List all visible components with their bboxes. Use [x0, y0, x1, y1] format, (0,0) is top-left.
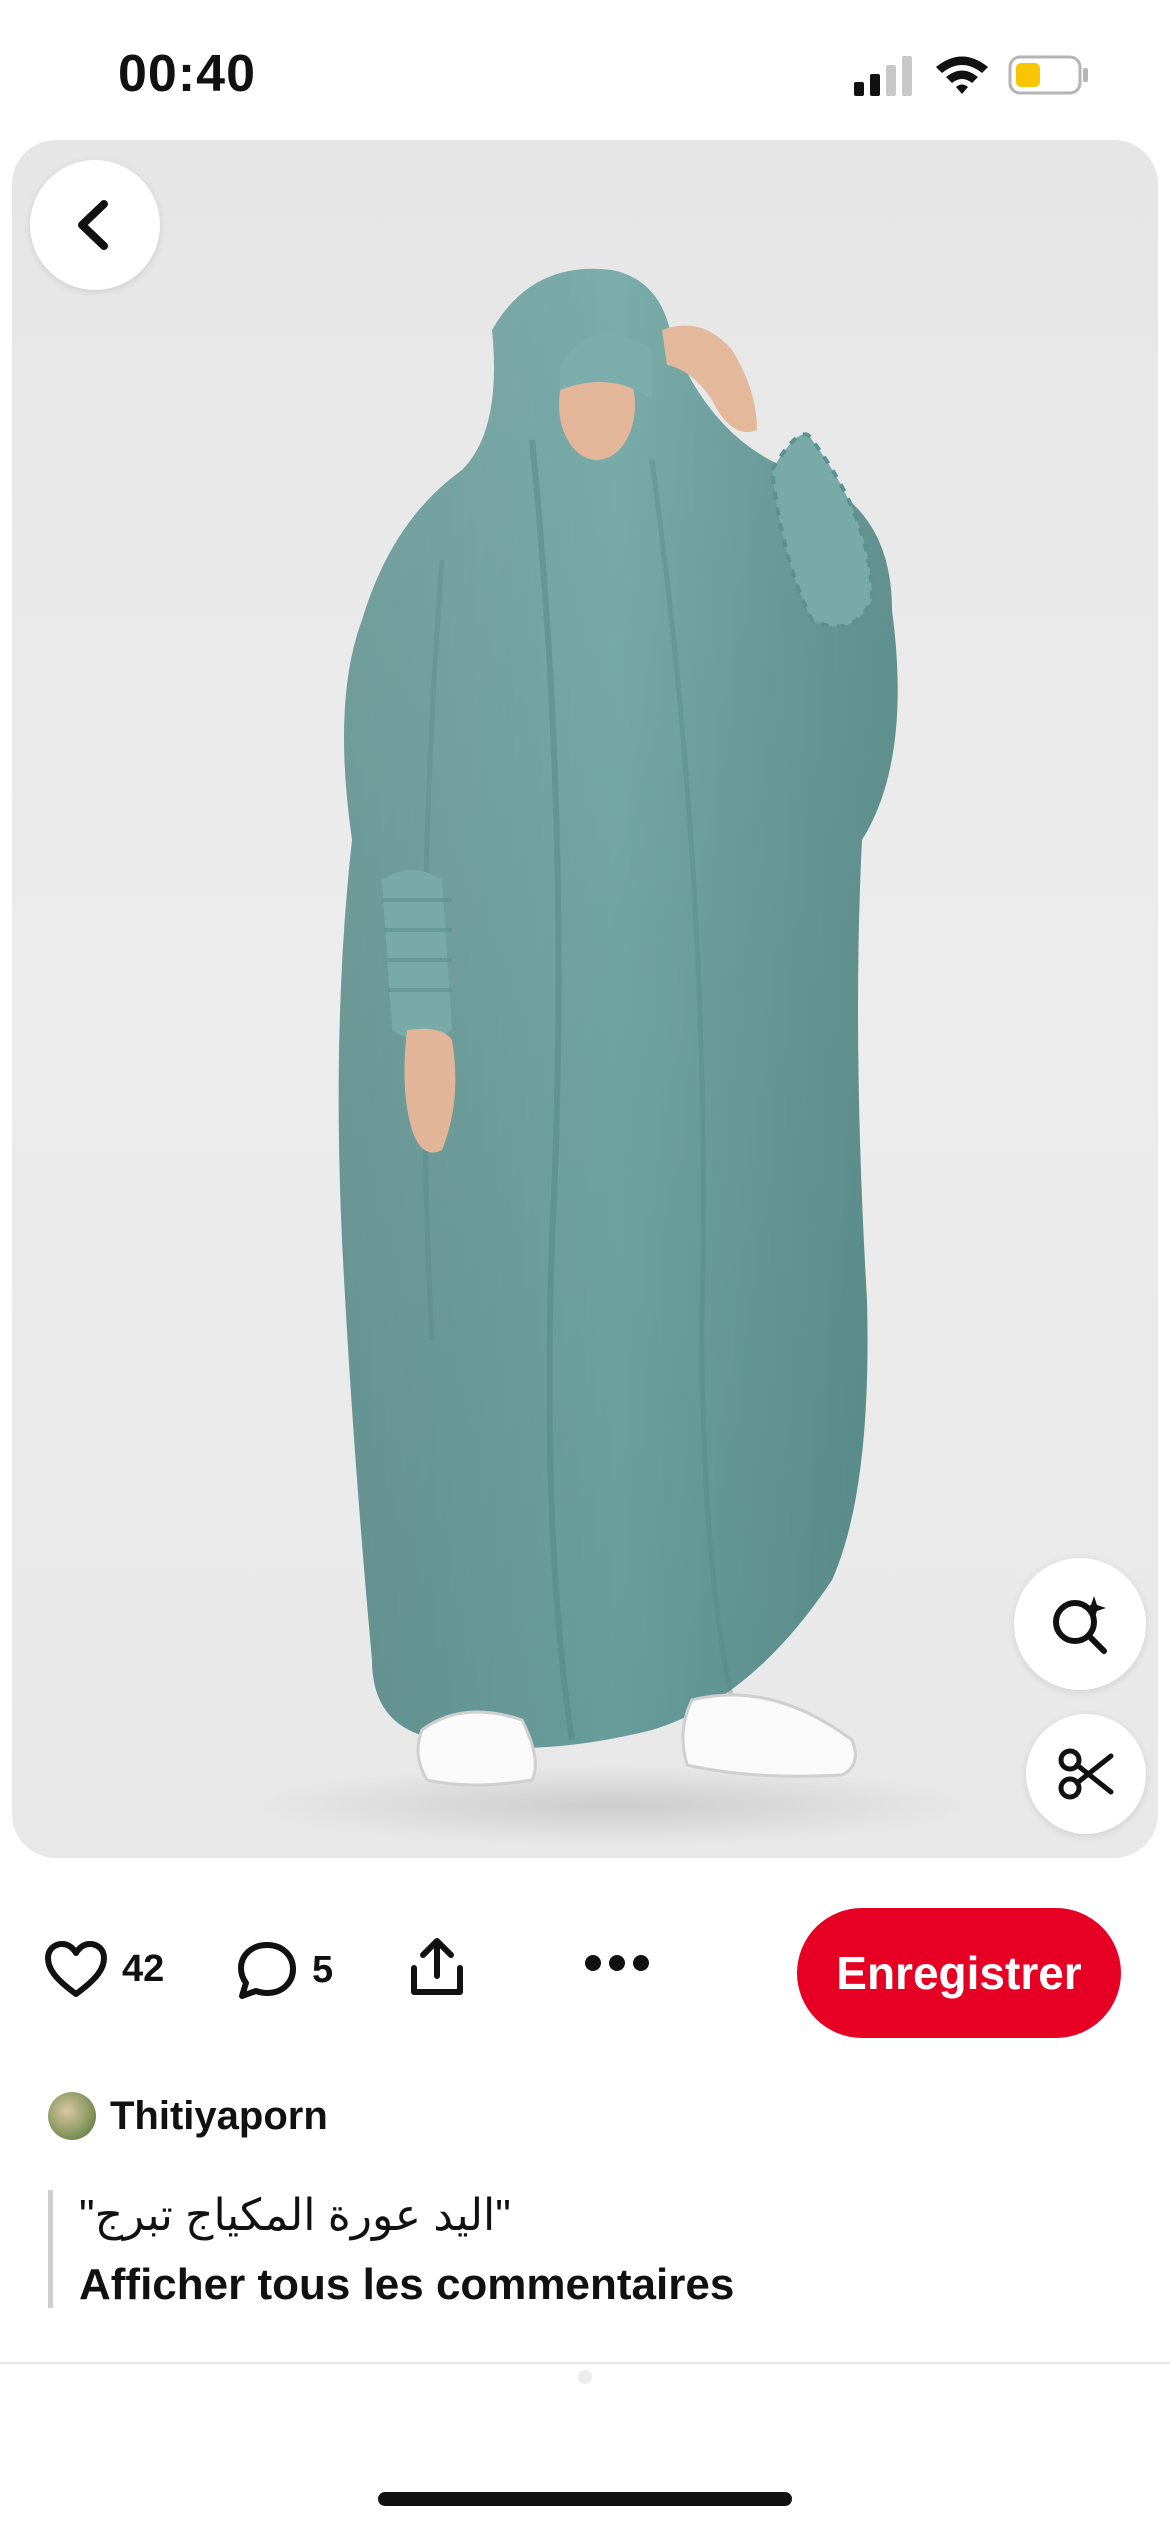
divider	[0, 2362, 1170, 2364]
cellular-signal-icon	[854, 56, 912, 96]
loading-dot	[578, 2370, 592, 2384]
pin-image[interactable]	[12, 140, 1158, 1858]
share-icon	[411, 1938, 463, 1995]
comment-bubble-icon	[238, 1942, 296, 1999]
wifi-icon	[936, 56, 988, 94]
action-bar: 42 5 Enregistrer	[0, 1900, 1170, 2050]
save-button[interactable]: Enregistrer	[797, 1908, 1121, 2038]
heart-icon	[45, 1941, 107, 1997]
status-time: 00:40	[118, 45, 256, 103]
like-button[interactable]: 42	[44, 1940, 164, 1998]
more-dots-icon	[585, 1955, 649, 1971]
more-options-button[interactable]	[584, 1952, 650, 1974]
see-all-comments-link[interactable]: Afficher tous les commentaires	[79, 2256, 979, 2314]
home-indicator[interactable]	[378, 2492, 792, 2506]
battery-icon	[1008, 55, 1088, 95]
author-row[interactable]: Thitiyaporn	[48, 2092, 328, 2140]
avatar[interactable]	[48, 2092, 96, 2140]
chevron-left-icon	[78, 200, 108, 250]
like-count: 42	[122, 1947, 165, 1990]
author-name[interactable]: Thitiyaporn	[110, 2094, 328, 2139]
comment-count: 5	[312, 1948, 334, 1991]
jilbab-photo	[252, 268, 972, 1845]
comment-preview: "اليد عورة المكياج تبرج" Afficher tous l…	[48, 2190, 979, 2309]
scissors-icon	[1058, 1748, 1114, 1800]
share-button[interactable]	[408, 1936, 466, 1998]
back-button[interactable]	[30, 160, 160, 290]
sparkle-search-icon	[1053, 1596, 1107, 1654]
comment-button[interactable]: 5	[236, 1940, 333, 2000]
top-comment: "اليد عورة المكياج تبرج"	[79, 2191, 511, 2240]
cutout-button[interactable]	[1026, 1714, 1146, 1834]
status-bar: 00:40	[0, 0, 1170, 140]
visual-search-button[interactable]	[1014, 1558, 1146, 1690]
